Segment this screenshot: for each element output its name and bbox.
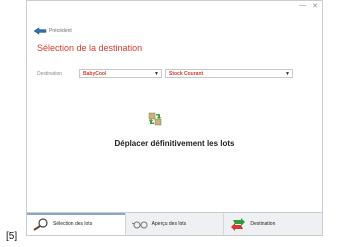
step-selection-lots[interactable]: Sélection des lots xyxy=(27,213,125,235)
dropdown-arrow-icon: ▼ xyxy=(154,71,159,77)
wizard-steps-bar: Sélection des lots Aperçu des lots Desti… xyxy=(27,212,322,235)
dropdown-arrow-icon: ▼ xyxy=(285,71,290,77)
magnifier-icon xyxy=(33,217,49,231)
destination-stock-select[interactable]: Stock Courant ▼ xyxy=(165,69,293,78)
destination-site-value: BabyCool xyxy=(83,71,107,77)
move-lots-label[interactable]: Déplacer définitivement les lots xyxy=(27,139,322,148)
move-lots-icon[interactable] xyxy=(148,112,162,126)
destination-site-select[interactable]: BabyCool ▼ xyxy=(79,69,162,78)
back-arrow-icon xyxy=(33,27,47,35)
back-button-label: Précédent xyxy=(49,28,72,34)
app-window: — ✕ Précédent Sélection de la destinatio… xyxy=(26,0,323,236)
close-button[interactable]: ✕ xyxy=(312,2,318,10)
footnote-marker: [5] xyxy=(6,231,18,242)
glasses-icon xyxy=(131,218,148,231)
window-controls: — ✕ xyxy=(299,2,318,10)
move-arrows-icon xyxy=(230,217,246,231)
page-title: Sélection de la destination xyxy=(37,43,143,53)
step-destination[interactable]: Destination xyxy=(224,213,322,235)
back-button[interactable]: Précédent xyxy=(33,27,72,35)
minimize-button[interactable]: — xyxy=(299,2,306,10)
destination-stock-value: Stock Courant xyxy=(169,71,204,77)
step-selection-lots-label: Sélection des lots xyxy=(53,221,93,227)
destination-row: Destination BabyCool ▼ Stock Courant ▼ xyxy=(37,69,293,78)
step-apercu-lots-label: Aperçu des lots xyxy=(151,221,187,227)
step-apercu-lots[interactable]: Aperçu des lots xyxy=(126,213,224,235)
destination-label: Destination xyxy=(37,70,63,77)
step-destination-label: Destination xyxy=(250,221,276,227)
